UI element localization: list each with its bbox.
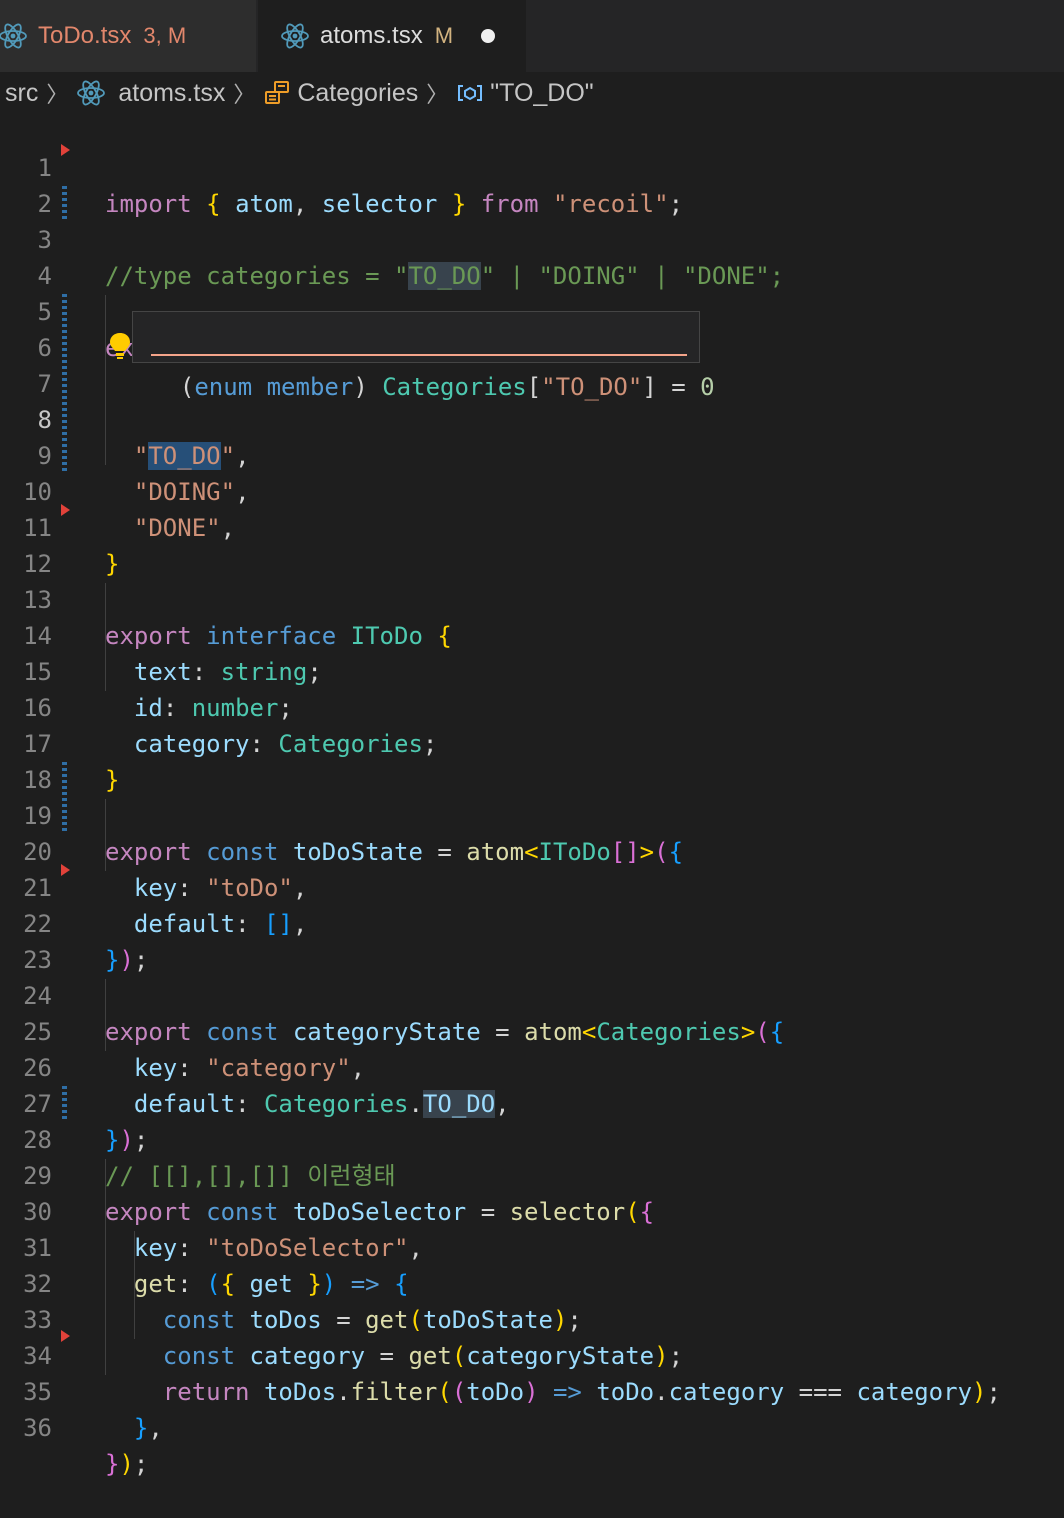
hover-tooltip-text: (enum member) Categories["TO_DO"] = 0: [179, 373, 715, 401]
code-line: 22 });: [0, 870, 1064, 974]
react-icon: [77, 80, 106, 106]
line-number: 36: [23, 1414, 52, 1442]
tab-label: atoms.tsx: [320, 22, 423, 49]
breadcrumb-member[interactable]: "TO_DO": [490, 79, 593, 108]
code-line: 36 });: [0, 1374, 1064, 1478]
code-line: 12: [0, 510, 1064, 578]
enum-member-icon: [458, 85, 483, 101]
code-line: 27 });: [0, 1050, 1064, 1154]
code-line: 28 // [[],[],[]] 이런형태: [0, 1086, 1064, 1190]
code-line: 25 key: "category",: [0, 978, 1064, 1082]
code-line: 24 export const categoryState = atom<Cat…: [0, 942, 1064, 1046]
code-line: 32 const toDos = get(toDoState);: [0, 1230, 1064, 1334]
code-line: 18: [0, 726, 1064, 794]
code-line: 34 return toDos.filter((toDo) => toDo.ca…: [0, 1302, 1064, 1406]
code-line: 5 export enum Categories {: [0, 258, 1064, 362]
tab-label: ToDo.tsx: [38, 22, 132, 49]
chevron-right-icon: 〉: [46, 82, 69, 107]
tab-todo-tsx[interactable]: ToDo.tsx 3, M: [0, 0, 256, 72]
code-line: 3 //type categories = "TO_DO" | "DOING" …: [0, 186, 1064, 290]
code-line: 17 }: [0, 690, 1064, 794]
tab-badge: M: [434, 23, 454, 48]
tab-bar: ToDo.tsx 3, M atoms.tsx M: [0, 0, 1064, 72]
breadcrumb-symbol[interactable]: Categories: [297, 79, 418, 108]
tab-atoms-tsx[interactable]: atoms.tsx M: [258, 0, 526, 72]
hover-underline: [151, 354, 687, 356]
code-line: 35 },: [0, 1338, 1064, 1442]
breadcrumb-folder[interactable]: src: [5, 79, 38, 108]
code-line: 13 export interface IToDo {: [0, 546, 1064, 650]
code-line: 33 const category = get(categoryState);: [0, 1266, 1064, 1370]
code-line: 29 export const toDoSelector = selector(…: [0, 1122, 1064, 1226]
tab-badge: 3, M: [143, 23, 187, 48]
code-line: 16 category: Categories;: [0, 654, 1064, 758]
react-icon: [281, 23, 309, 49]
code-line: 1 import { atom, selector } from "recoil…: [0, 114, 1064, 218]
code-line: 23: [0, 906, 1064, 974]
lightbulb-icon[interactable]: [108, 331, 132, 361]
enum-icon: [265, 81, 290, 104]
code-line: 4: [0, 222, 1064, 290]
hover-tooltip: (enum member) Categories["TO_DO"] = 0: [132, 311, 715, 401]
code-editor[interactable]: 1 import { atom, selector } from "recoil…: [0, 114, 1064, 1478]
react-icon: [0, 23, 27, 49]
code-line: 20 key: "toDo",: [0, 798, 1064, 902]
breadcrumb: src 〉 atoms.tsx 〉 Categories 〉 "TO_DO": [0, 72, 1064, 114]
code-line: 2: [0, 150, 1064, 218]
unsaved-dot-icon[interactable]: [481, 29, 496, 43]
code-line: 15 id: number;: [0, 618, 1064, 722]
code-text: },: [133, 1414, 163, 1442]
code-line: 31 get: ({ get }) => {: [0, 1194, 1064, 1298]
breadcrumb-file[interactable]: atoms.tsx: [118, 79, 225, 108]
code-line: 11 }: [0, 474, 1064, 578]
code-line: 14 text: string;: [0, 582, 1064, 686]
code-line: 21 default: [],: [0, 834, 1064, 938]
code-line: 26 default: Categories.TO_DO,: [0, 1014, 1064, 1118]
code-line: 30 key: "toDoSelector",: [0, 1158, 1064, 1262]
chevron-right-icon: 〉: [233, 82, 256, 107]
code-text: });: [105, 1450, 149, 1478]
chevron-right-icon: 〉: [426, 82, 449, 107]
code-line: 19 export const toDoState = atom<IToDo[]…: [0, 762, 1064, 866]
